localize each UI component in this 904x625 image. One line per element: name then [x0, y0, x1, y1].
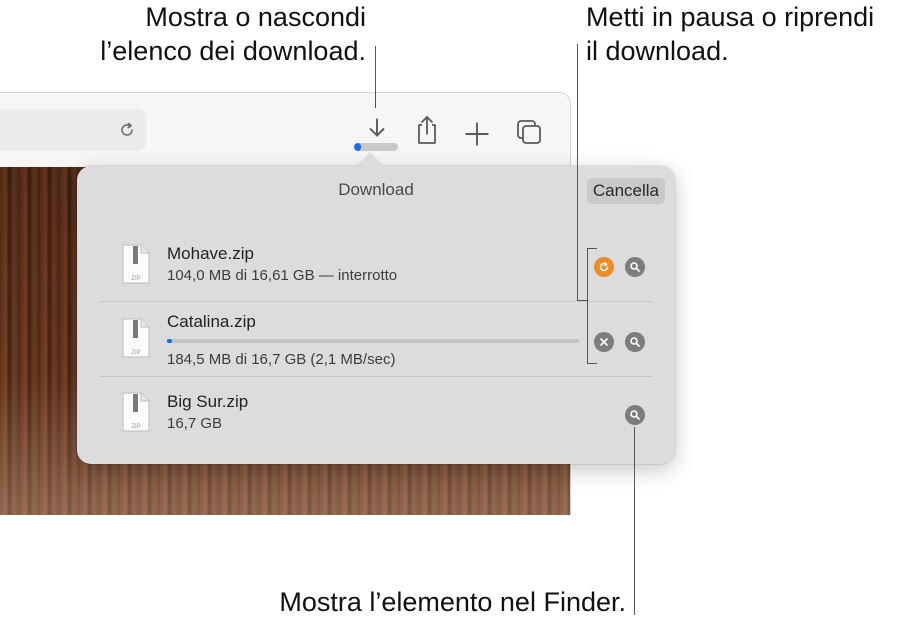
leader-line-pause	[577, 44, 578, 300]
reload-icon[interactable]	[118, 121, 136, 139]
close-icon	[600, 338, 608, 346]
show-in-finder-button[interactable]	[625, 405, 645, 425]
file-status: 184,5 MB di 16,7 GB (2,1 MB/sec)	[167, 351, 396, 368]
download-item-bigsur[interactable]: ZIP Big Sur.zip 16,7 GB	[99, 384, 653, 450]
leader-line-pause-bracket-bottom	[587, 363, 597, 364]
callout-show-hide-downloads: Mostra o nascondi l’elenco dei download.	[100, 0, 366, 68]
leader-line-finder	[634, 427, 635, 615]
file-status: 104,0 MB di 16,61 GB — interrotto	[167, 267, 398, 284]
zip-file-icon: ZIP	[122, 392, 150, 432]
clear-button[interactable]: Cancella	[586, 178, 665, 204]
show-in-finder-button[interactable]	[625, 332, 645, 352]
show-in-finder-button[interactable]	[625, 257, 645, 277]
address-bar[interactable]	[0, 109, 146, 151]
leader-line-pause-bracket-h	[577, 300, 587, 301]
download-arrow-icon[interactable]	[362, 111, 392, 145]
row-divider	[99, 301, 653, 302]
zip-file-icon: ZIP	[122, 244, 150, 284]
leader-line-downloads	[375, 46, 376, 108]
magnifier-icon	[630, 410, 640, 420]
zip-file-label: ZIP	[131, 276, 140, 282]
stop-button[interactable]	[594, 332, 614, 352]
magnifier-icon	[630, 262, 640, 272]
download-item-catalina[interactable]: ZIP Catalina.zip 184,5 MB di 16,7 GB (2,…	[99, 308, 653, 374]
resume-icon	[599, 261, 609, 272]
toolbar	[0, 93, 570, 168]
row-divider	[99, 376, 653, 377]
callout-show-in-finder: Mostra l’elemento nel Finder.	[279, 585, 626, 619]
callout-line: Mostra o nascondi	[145, 2, 366, 32]
zip-file-label: ZIP	[131, 424, 140, 430]
callout-line: Metti in pausa o riprendi	[586, 2, 875, 32]
downloads-popover: Download Cancella ZIP Mohave.zip 104,0 M…	[77, 153, 675, 464]
leader-line-pause-bracket-v	[587, 248, 588, 364]
popover-title: Download	[338, 180, 414, 199]
file-name: Catalina.zip	[167, 312, 256, 331]
toolbar-download-progress	[354, 143, 398, 151]
file-name: Big Sur.zip	[167, 392, 249, 411]
callout-pause-resume: Metti in pausa o riprendi il download.	[586, 0, 874, 68]
resume-button[interactable]	[594, 257, 614, 277]
callout-line: Mostra l’elemento nel Finder.	[279, 587, 626, 617]
zip-file-icon: ZIP	[122, 318, 150, 358]
magnifier-icon	[630, 337, 640, 347]
new-tab-icon[interactable]	[462, 117, 492, 151]
share-icon[interactable]	[412, 113, 442, 147]
tab-overview-icon[interactable]	[514, 115, 544, 149]
leader-line-pause-bracket-top	[587, 248, 597, 249]
callout-line: l’elenco dei download.	[100, 36, 366, 66]
file-status: 16,7 GB	[167, 415, 223, 432]
download-progress-bar	[167, 339, 579, 343]
callout-line: il download.	[586, 36, 729, 66]
toolbar-download-progress-fill	[354, 143, 361, 151]
download-item-mohave[interactable]: ZIP Mohave.zip 104,0 MB di 16,61 GB — in…	[99, 238, 653, 298]
zip-file-label: ZIP	[131, 350, 140, 356]
file-name: Mohave.zip	[167, 244, 254, 263]
download-progress-fill	[167, 339, 172, 343]
